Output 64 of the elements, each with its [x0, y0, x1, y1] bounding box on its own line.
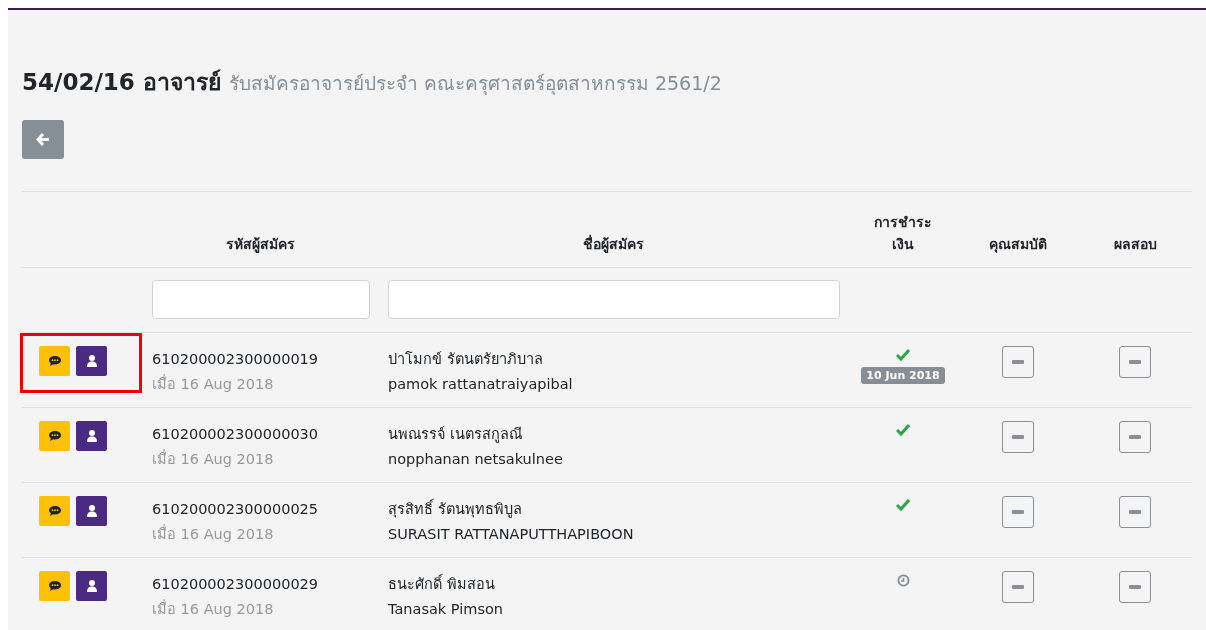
filter-field[interactable] — [152, 280, 370, 319]
applicant-name-thai: ปาโมกข์ รัตนตรัยาภิบาล — [388, 350, 544, 369]
minus-icon — [1129, 360, 1141, 364]
applicant-name-english: pamok rattanatraiyapibal — [388, 375, 574, 394]
filter-field[interactable] — [388, 280, 840, 319]
applicant-name-thai: ธนะศักดิ์ พิมสอน — [388, 572, 838, 597]
applied-date: เมื่อ 16 Aug 2018 — [152, 523, 275, 544]
user-icon — [86, 430, 97, 442]
payment-date: 10 Jun 2018 — [861, 367, 945, 384]
minus-button[interactable] — [1002, 421, 1034, 453]
applied-date: เมื่อ 16 Aug 2018 — [152, 373, 275, 394]
speech-bubble-icon — [48, 506, 61, 516]
profile-button[interactable] — [76, 346, 107, 376]
applicant-name-thai: สุรสิทธิ์ รัตนพุทธพิบูล — [388, 497, 838, 522]
page-subtitle: รับสมัครอาจารย์ประจำ คณะครุศาสตร์อุตสาหกรรม 2561/2 — [228, 71, 722, 97]
clock-icon — [896, 574, 910, 587]
speech-bubble-icon — [48, 356, 61, 366]
user-icon — [86, 580, 97, 592]
speech-bubble-icon — [48, 431, 61, 441]
applicant-name-thai: นพณรรจ์ เนตรสกูลณี — [388, 425, 523, 445]
minus-button[interactable] — [1119, 421, 1151, 453]
profile-button[interactable] — [76, 496, 107, 526]
profile-button[interactable] — [76, 421, 107, 451]
profile-button[interactable] — [76, 571, 107, 601]
comment-button[interactable] — [39, 496, 70, 526]
minus-icon — [1012, 585, 1024, 589]
arrow-left-icon — [36, 133, 50, 146]
minus-button[interactable] — [1002, 346, 1034, 378]
back-button[interactable] — [22, 120, 64, 159]
column-header: ผลสอบ — [1113, 235, 1157, 254]
applicant-code: 610200002300000029 — [152, 575, 320, 594]
applicant-name-english: nopphanan netsakulnee — [388, 450, 564, 469]
user-icon — [86, 505, 97, 517]
speech-bubble-icon — [48, 581, 61, 591]
comment-button[interactable] — [39, 346, 70, 376]
page-title: 54/02/16 อาจารย์ — [22, 68, 221, 97]
minus-button[interactable] — [1119, 346, 1151, 378]
minus-icon — [1129, 435, 1141, 439]
minus-icon — [1012, 510, 1024, 514]
minus-button[interactable] — [1119, 571, 1151, 603]
user-icon — [86, 355, 97, 367]
applicant-code: 610200002300000030 — [152, 425, 320, 444]
column-header: ชื่อผู้สมัคร — [582, 233, 644, 255]
applicant-name-english: Tanasak Pimson — [388, 600, 505, 619]
check-icon — [896, 424, 910, 436]
column-header: การชำระ เงิน — [873, 213, 933, 254]
minus-button[interactable] — [1119, 496, 1151, 528]
minus-button[interactable] — [1002, 496, 1034, 528]
applicant-code: 610200002300000019 — [152, 350, 320, 369]
applicant-name-english: SURASIT RATTANAPUTTHAPIBOON — [388, 525, 635, 544]
applied-date: เมื่อ 16 Aug 2018 — [152, 598, 275, 619]
minus-button[interactable] — [1002, 571, 1034, 603]
check-icon — [896, 349, 910, 361]
minus-icon — [1012, 435, 1024, 439]
minus-icon — [1129, 585, 1141, 589]
comment-button[interactable] — [39, 421, 70, 451]
check-icon — [896, 499, 910, 511]
applied-date: เมื่อ 16 Aug 2018 — [152, 448, 275, 469]
column-header: รหัสผู้สมัคร — [225, 235, 295, 255]
minus-icon — [1129, 510, 1141, 514]
minus-icon — [1012, 360, 1024, 364]
applicant-code: 610200002300000025 — [152, 500, 320, 519]
column-header: คุณสมบัติ — [989, 235, 1047, 255]
comment-button[interactable] — [39, 571, 70, 601]
